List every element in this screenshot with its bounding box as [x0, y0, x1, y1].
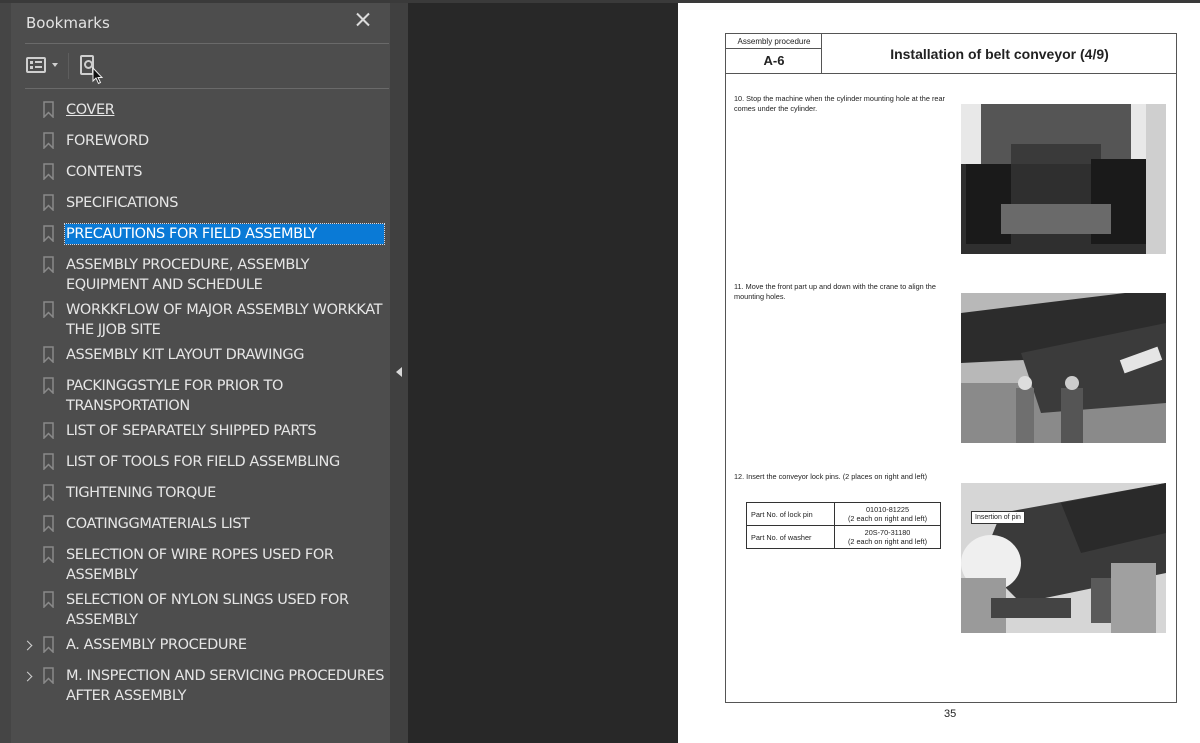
bookmark-item[interactable]: SPECIFICATIONS	[11, 193, 390, 213]
bookmark-label: LIST OF SEPARATELY SHIPPED PARTS	[66, 423, 317, 439]
bookmark-label: ASSEMBLY PROCEDURE, ASSEMBLY EQUIPMENT A…	[66, 257, 310, 293]
bookmark-label: CONTENTS	[66, 164, 143, 180]
bookmark-item[interactable]: ASSEMBLY KIT LAYOUT DRAWINGG	[11, 345, 390, 365]
toolbar-separator	[68, 53, 69, 79]
mouse-cursor-icon	[92, 67, 104, 85]
bookmark-icon	[43, 515, 54, 532]
left-rail	[0, 3, 11, 743]
bookmark-label: FOREWORD	[66, 133, 149, 149]
bookmark-item[interactable]: CONTENTS	[11, 162, 390, 182]
part-note: (2 each on right and left)	[847, 514, 928, 523]
bookmark-label: COATINGGMATERIALS LIST	[66, 516, 250, 532]
section-code: A-6	[763, 53, 785, 68]
page-number: 35	[944, 708, 957, 720]
divider	[25, 43, 389, 44]
part-note: (2 each on right and left)	[847, 537, 928, 546]
bookmark-item[interactable]: M. INSPECTION AND SERVICING PROCEDURES A…	[11, 666, 390, 706]
part-number: 01010-81225	[865, 505, 909, 514]
chevron-down-icon	[52, 63, 58, 67]
panel-title: Bookmarks	[26, 14, 110, 32]
bookmark-icon	[43, 422, 54, 439]
photo-callout: Insertion of pin	[971, 511, 1025, 524]
bookmark-label: SPECIFICATIONS	[66, 195, 179, 211]
bookmark-icon	[43, 377, 54, 394]
bookmark-icon	[43, 346, 54, 363]
bookmark-item[interactable]: PACKINGGSTYLE FOR PRIOR TO TRANSPORTATIO…	[11, 376, 390, 416]
bookmark-icon	[43, 301, 54, 318]
photo-crane-alignment	[961, 293, 1166, 443]
document-viewer-background	[408, 3, 678, 743]
bookmark-item[interactable]: COATINGGMATERIALS LIST	[11, 514, 390, 534]
bookmark-label: M. INSPECTION AND SERVICING PROCEDURES A…	[66, 668, 385, 704]
bookmark-label: PRECAUTIONS FOR FIELD ASSEMBLY	[64, 223, 385, 245]
bookmark-icon	[43, 591, 54, 608]
bookmark-label: LIST OF TOOLS FOR FIELD ASSEMBLING	[66, 454, 340, 470]
bookmark-item[interactable]: FOREWORD	[11, 131, 390, 151]
bookmark-icon	[43, 484, 54, 501]
bookmark-item[interactable]: COVER	[11, 100, 390, 120]
step-12: 12. Insert the conveyor lock pins. (2 pl…	[734, 472, 928, 481]
page-title: Installation of belt conveyor (4/9)	[822, 34, 1177, 74]
bookmark-icon	[43, 163, 54, 180]
bookmark-item[interactable]: WORKKFLOW OF MAJOR ASSEMBLY WORKKAT THE …	[11, 300, 390, 340]
bookmark-label: SELECTION OF WIRE ROPES USED FOR ASSEMBL…	[66, 547, 334, 583]
bookmark-icon	[43, 194, 54, 211]
chevron-right-icon[interactable]	[24, 671, 32, 683]
photo-pin-insertion: Insertion of pin	[961, 483, 1166, 633]
bookmark-label: ASSEMBLY KIT LAYOUT DRAWINGG	[66, 347, 305, 363]
bookmark-label: A. ASSEMBLY PROCEDURE	[66, 637, 247, 653]
photo-machine-rear	[961, 104, 1166, 254]
section-label: Assembly procedure	[726, 34, 822, 49]
part-number: 20S-70-31180	[864, 528, 911, 537]
chevron-right-icon[interactable]	[24, 640, 32, 652]
part-name: Part No. of lock pin	[746, 502, 835, 526]
step-11: 11. Move the front part up and down with…	[734, 282, 936, 301]
bookmark-item[interactable]: SELECTION OF WIRE ROPES USED FOR ASSEMBL…	[11, 545, 390, 585]
bookmark-label: PACKINGGSTYLE FOR PRIOR TO TRANSPORTATIO…	[66, 378, 283, 414]
bookmark-icon	[43, 546, 54, 563]
close-icon[interactable]	[354, 11, 372, 29]
step-10: 10. Stop the machine when the cylinder m…	[734, 94, 945, 113]
bookmark-icon	[43, 667, 54, 684]
bookmark-item[interactable]: A. ASSEMBLY PROCEDURE	[11, 635, 390, 655]
parts-table: Part No. of lock pin 01010-81225 (2 each…	[746, 502, 941, 549]
page-frame: Assembly procedure A-6 Installation of b…	[725, 33, 1177, 703]
bookmark-icon	[43, 101, 54, 118]
divider	[25, 88, 389, 89]
header-section-box: Assembly procedure A-6	[726, 34, 822, 74]
bookmark-label: COVER	[66, 102, 115, 118]
part-name: Part No. of washer	[746, 525, 835, 549]
bookmark-icon	[43, 636, 54, 653]
bookmarks-panel: Bookmarks COVER FOREWORD CONTENTS SPECIFICA…	[11, 3, 390, 743]
collapse-panel-icon[interactable]	[394, 365, 404, 379]
bookmark-item[interactable]: LIST OF SEPARATELY SHIPPED PARTS	[11, 421, 390, 441]
table-row: Part No. of lock pin 01010-81225 (2 each…	[746, 502, 941, 526]
table-row: Part No. of washer 20S-70-31180 (2 each …	[746, 525, 941, 549]
pdf-page: Assembly procedure A-6 Installation of b…	[678, 3, 1200, 743]
bookmark-icon	[43, 453, 54, 470]
bookmark-item[interactable]: SELECTION OF NYLON SLINGS USED FOR ASSEM…	[11, 590, 390, 630]
bookmark-item[interactable]: TIGHTENING TORQUE	[11, 483, 390, 503]
bookmark-item[interactable]: LIST OF TOOLS FOR FIELD ASSEMBLING	[11, 452, 390, 472]
bookmark-label: TIGHTENING TORQUE	[66, 485, 216, 501]
list-options-icon	[26, 57, 46, 73]
bookmark-icon	[43, 225, 54, 242]
bookmark-icon	[43, 256, 54, 273]
bookmark-item[interactable]: ASSEMBLY PROCEDURE, ASSEMBLY EQUIPMENT A…	[11, 255, 390, 295]
bookmark-label: WORKKFLOW OF MAJOR ASSEMBLY WORKKAT THE …	[66, 302, 383, 338]
bookmark-item[interactable]: PRECAUTIONS FOR FIELD ASSEMBLY	[11, 223, 390, 246]
bookmark-icon	[43, 132, 54, 149]
bookmark-label: SELECTION OF NYLON SLINGS USED FOR ASSEM…	[66, 592, 349, 628]
list-options-button[interactable]	[26, 55, 62, 75]
part-number-cell: 20S-70-31180 (2 each on right and left)	[834, 525, 941, 549]
part-number-cell: 01010-81225 (2 each on right and left)	[834, 502, 941, 526]
